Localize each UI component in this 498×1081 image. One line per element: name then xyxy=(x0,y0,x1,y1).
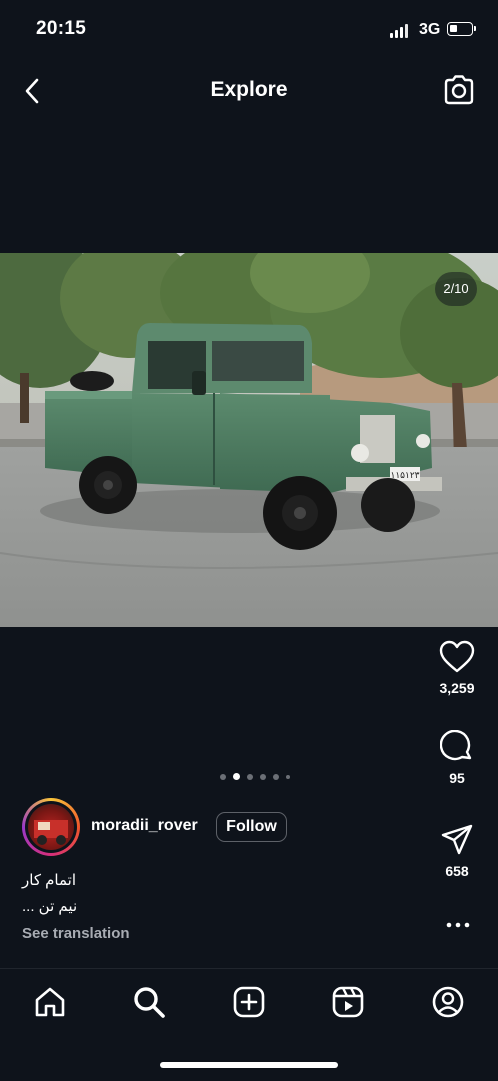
network-label: 3G xyxy=(419,21,441,38)
carousel-dot xyxy=(260,773,266,780)
post-image[interactable]: ۱۱۵۱۲۳ xyxy=(0,253,498,627)
carousel-dots xyxy=(220,773,290,780)
like-action[interactable]: 3,259 xyxy=(433,640,481,696)
status-time: 20:15 xyxy=(36,18,87,39)
home-indicator xyxy=(160,1062,338,1068)
battery-icon xyxy=(447,22,476,36)
wheel xyxy=(361,478,415,532)
see-translation-link[interactable]: See translation xyxy=(22,925,130,942)
carousel-dot xyxy=(233,773,240,780)
comment-icon xyxy=(440,730,472,761)
heart-icon xyxy=(439,640,475,673)
reels-icon xyxy=(332,986,364,1018)
caption-line[interactable]: نیم تن ... xyxy=(22,897,77,915)
carousel-dot xyxy=(247,773,253,780)
avatar[interactable] xyxy=(22,798,80,856)
follow-button[interactable]: Follow xyxy=(216,812,287,842)
more-icon xyxy=(446,922,470,928)
username[interactable]: moradii_rover xyxy=(91,817,198,835)
wheel xyxy=(79,456,137,514)
search-icon xyxy=(134,987,165,1018)
like-count: 3,259 xyxy=(439,680,475,696)
comment-count: 95 xyxy=(449,770,465,786)
nav-profile[interactable] xyxy=(428,982,468,1022)
nav-create[interactable] xyxy=(229,982,269,1022)
nav-home[interactable] xyxy=(30,982,70,1022)
carousel-dot xyxy=(220,773,226,780)
share-count: 658 xyxy=(445,863,469,879)
page-title: Explore xyxy=(210,78,288,101)
caption-line: اتمام کار xyxy=(22,872,76,889)
land-rover-photo: ۱۱۵۱۲۳ xyxy=(0,253,498,627)
share-action[interactable]: 658 xyxy=(433,823,481,879)
signal-icon xyxy=(390,24,408,38)
profile-icon xyxy=(432,986,464,1018)
comment-action[interactable]: 95 xyxy=(433,730,481,786)
wheel xyxy=(263,476,337,550)
send-icon xyxy=(441,824,473,855)
carousel-dot xyxy=(286,774,290,779)
plus-square-icon xyxy=(233,986,265,1018)
camera-button[interactable] xyxy=(442,73,476,107)
home-icon xyxy=(35,987,65,1017)
image-counter: 2/10 xyxy=(435,272,477,306)
nav-reels[interactable] xyxy=(328,982,368,1022)
nav-search[interactable] xyxy=(129,982,169,1022)
carousel-dot xyxy=(273,773,279,780)
camera-icon xyxy=(444,75,474,105)
more-button[interactable] xyxy=(444,913,472,937)
